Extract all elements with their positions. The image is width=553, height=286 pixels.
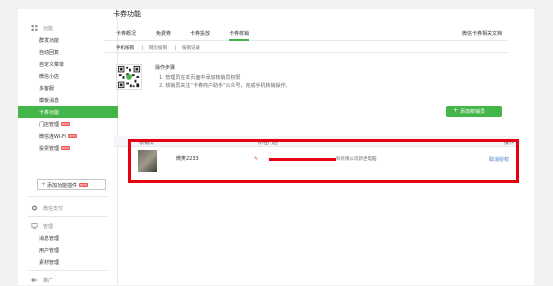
sidebar: 功能 群发功能 自动回复 自定义菜单 微信小店 多客服 模板消息 卡券功能 门店… [18, 9, 118, 285]
sidebar-item-stores[interactable]: 门店管理 NEW [18, 118, 118, 130]
add-plugin-button[interactable]: + 添加功能插件 NEW [37, 179, 106, 190]
tab-label: 卡券投放 [190, 31, 211, 37]
megaphone-icon [31, 277, 37, 283]
sidebar-item-template-message[interactable]: 模板消息 [18, 94, 118, 106]
sidebar-group-label: 推广 [43, 278, 54, 284]
sidebar-item-wechat-pay[interactable]: 微信支付 [18, 202, 118, 214]
sidebar-group-function: 功能 [18, 22, 118, 34]
add-plugin-label: 添加功能插件 NEW [47, 183, 89, 189]
tab-distribution[interactable]: 卡券投放 [190, 30, 210, 41]
sidebar-item-label: 自定义菜单 [39, 62, 65, 68]
sidebar-item-vote[interactable]: 投票管理 NEW [18, 142, 118, 154]
sidebar-item-messages[interactable]: 消息管理 [18, 232, 118, 244]
sidebar-item-cards[interactable]: 卡券功能 [18, 106, 118, 118]
tab-label: 免费券 [156, 31, 172, 37]
sidebar-item-label: 门店管理 NEW [39, 122, 71, 128]
monitor-icon [31, 223, 38, 229]
sidebar-divider [28, 270, 108, 271]
new-badge: NEW [61, 122, 71, 126]
sidebar-group-manage: 管理 [18, 220, 118, 232]
sidebar-divider [28, 216, 108, 217]
step-1: 1. 管理员在本页面中添加核销员权限 [159, 75, 241, 81]
sidebar-group-label: 功能 [43, 26, 54, 32]
sidebar-item-mass-send[interactable]: 群发功能 [18, 34, 118, 46]
main-tabs: 卡券概况 免费券 卡券投放 卡券核销 微信卡券相关文档 [104, 30, 508, 41]
sidebar-item-users[interactable]: 用户管理 [18, 244, 118, 256]
add-verifier-label: 添加核销员 [460, 109, 486, 115]
subtab-web[interactable]: 网页核销 [149, 45, 167, 51]
sidebar-item-shop[interactable]: 微信小店 [18, 70, 118, 82]
new-badge: NEW [67, 134, 78, 138]
sidebar-item-label: 卡券功能 [39, 110, 60, 116]
docs-link[interactable]: 微信卡券相关文档 [462, 30, 502, 37]
sidebar-item-label: 消息管理 [39, 236, 60, 242]
grid-icon [31, 25, 38, 31]
qr-code-image [116, 64, 142, 90]
plus-icon: + [41, 181, 47, 188]
tab-label: 卡券概况 [116, 31, 137, 37]
sidebar-item-label: 投票管理 NEW [39, 146, 71, 152]
verifier-name: 微笑2233 [176, 156, 199, 162]
revoke-authorization-link[interactable]: 取消授权 [489, 156, 509, 163]
tab-label: 卡券核销 [229, 31, 250, 37]
sidebar-item-label: 多客服 [39, 86, 55, 92]
pen-icon: ✎ [254, 156, 259, 162]
add-verifier-button[interactable]: + 添加核销员 [446, 106, 502, 117]
subtab-mobile[interactable]: 手机核销 [116, 45, 134, 51]
sub-tabs: 手机核销 网页核销 核销记录 [104, 43, 508, 53]
subtab-divider [175, 45, 176, 50]
new-badge: NEW [79, 183, 89, 187]
pay-icon [31, 205, 38, 211]
sidebar-item-auto-reply[interactable]: 自动回复 [18, 46, 118, 58]
plus-icon: + [453, 107, 459, 114]
sidebar-item-wifi[interactable]: 微信连Wi-Fi NEW [18, 130, 118, 142]
tab-free-coupons[interactable]: 免费券 [156, 30, 171, 41]
new-badge: NEW [61, 146, 71, 150]
step-2: 2. 核销员关注“卡券商户助手”公众号，完成手机核销操作。 [159, 83, 291, 89]
sidebar-item-label: 微信连Wi-Fi NEW [39, 134, 78, 140]
steps-title: 操作步骤 [155, 65, 176, 71]
sidebar-group-promote: 推广 [18, 274, 118, 286]
tab-overview[interactable]: 卡券概况 [116, 30, 136, 41]
sidebar-item-materials[interactable]: 素材管理 [18, 256, 118, 268]
sidebar-divider [28, 196, 108, 197]
sidebar-item-label: 模板消息 [39, 98, 60, 104]
subtab-divider [142, 45, 143, 50]
sidebar-item-label: 用户管理 [39, 248, 60, 254]
sidebar-item-label: 自动回复 [39, 50, 60, 56]
sidebar-item-custom-menu[interactable]: 自定义菜单 [18, 58, 118, 70]
avatar [138, 150, 157, 172]
sidebar-item-label: 群发功能 [39, 38, 60, 44]
redaction-mark [269, 158, 336, 161]
store-name: 科有限公司新世电脑 [336, 157, 377, 162]
sidebar-item-label: 素材管理 [39, 260, 60, 266]
subtab-records[interactable]: 核销记录 [182, 45, 200, 51]
sidebar-group-label: 管理 [43, 224, 54, 230]
table-row: 微笑2233 ✎ 科有限公司新世电脑 取消授权 [138, 150, 518, 176]
page-title: 卡券功能 [113, 10, 141, 18]
sidebar-item-label: 微信支付 [43, 206, 64, 212]
sidebar-item-label: 微信小店 [39, 74, 60, 80]
tab-verification[interactable]: 卡券核销 [229, 30, 250, 41]
sidebar-item-customer-service[interactable]: 多客服 [18, 82, 118, 94]
